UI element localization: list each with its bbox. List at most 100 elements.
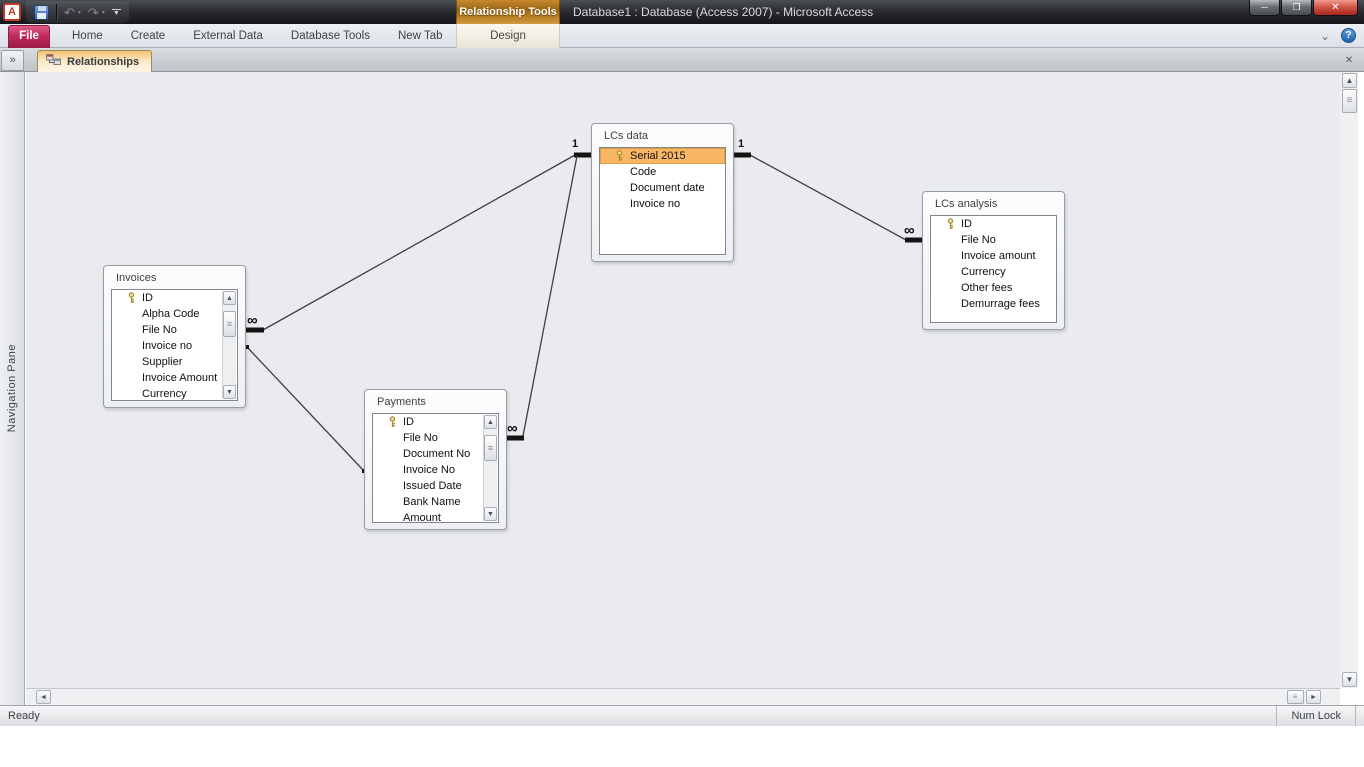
access-app-icon[interactable]: A bbox=[3, 3, 21, 21]
field-list-scrollbar[interactable]: ▲ ≡ ▼ bbox=[222, 291, 236, 399]
field-row[interactable]: Invoice no bbox=[112, 338, 237, 354]
redo-dropdown-icon[interactable]: ▾ bbox=[102, 9, 105, 16]
field-row[interactable]: Amount bbox=[373, 510, 498, 522]
field-row[interactable]: ID bbox=[931, 216, 1056, 232]
ribbon-tab-row: File Home Create External Data Database … bbox=[0, 24, 1364, 48]
field-label: Other fees bbox=[961, 282, 1013, 294]
qat-separator bbox=[56, 4, 57, 20]
cardinality-one-label: 1 bbox=[738, 138, 745, 150]
field-row[interactable]: Invoice No bbox=[373, 462, 498, 478]
window-title: Database1 : Database (Access 2007) - Mic… bbox=[573, 5, 874, 19]
field-list-scrollbar[interactable]: ▲ ≡ ▼ bbox=[483, 415, 497, 521]
tab-relationships[interactable]: Relationships bbox=[37, 50, 153, 72]
cardinality-one-label: 1 bbox=[572, 138, 579, 150]
field-label: Currency bbox=[142, 388, 187, 400]
tab-home[interactable]: Home bbox=[58, 24, 117, 48]
table-title[interactable]: LCs data bbox=[599, 126, 726, 147]
tab-design[interactable]: Design bbox=[457, 24, 559, 48]
field-row[interactable]: Currency bbox=[112, 386, 237, 400]
customize-qat-icon[interactable]: ▼ bbox=[111, 8, 121, 17]
field-row[interactable]: Currency bbox=[931, 264, 1056, 280]
field-row[interactable]: Document No bbox=[373, 446, 498, 462]
table-title[interactable]: Invoices bbox=[111, 268, 238, 289]
field-row[interactable]: Demurrage fees bbox=[931, 296, 1056, 312]
scroll-thumb[interactable]: ≡ bbox=[484, 435, 497, 461]
ribbon-collapse-icon[interactable]: ⌄ bbox=[1320, 29, 1330, 43]
document-tab-bar: » Relationships ✕ bbox=[0, 48, 1364, 72]
undo-dropdown-icon[interactable]: ▾ bbox=[78, 9, 81, 16]
table-box-invoices[interactable]: Invoices ID Alpha Code File No Invoice no Su… bbox=[103, 265, 246, 408]
doc-close-icon[interactable]: ✕ bbox=[1341, 53, 1357, 68]
nav-pane-expand-button[interactable]: » bbox=[1, 50, 24, 71]
field-row[interactable]: File No bbox=[112, 322, 237, 338]
minimize-button[interactable]: ─ bbox=[1249, 0, 1280, 16]
field-label: Invoice no bbox=[142, 340, 193, 352]
relationships-canvas[interactable]: 1 ∞ ∞ 1 ∞ Invoices ID Alpha Code File No In… bbox=[26, 72, 1340, 688]
field-label: Demurrage fees bbox=[961, 298, 1040, 310]
save-icon[interactable] bbox=[34, 4, 49, 20]
tab-create[interactable]: Create bbox=[117, 24, 180, 48]
tab-new-tab[interactable]: New Tab bbox=[384, 24, 457, 48]
horizontal-scrollbar[interactable]: ◄ ≡ ► bbox=[26, 688, 1340, 705]
table-title[interactable]: Payments bbox=[372, 392, 499, 413]
field-row[interactable]: Code bbox=[600, 164, 725, 180]
scroll-up-icon[interactable]: ▲ bbox=[484, 415, 497, 429]
field-label: Invoice no bbox=[630, 198, 681, 210]
field-row[interactable]: File No bbox=[373, 430, 498, 446]
status-text: Ready bbox=[8, 710, 40, 722]
table-box-lcs-data[interactable]: LCs data Serial 2015 Code Document date Inv… bbox=[591, 123, 734, 262]
navigation-pane-collapsed[interactable]: Navigation Pane bbox=[0, 72, 25, 705]
table-title[interactable]: LCs analysis bbox=[930, 194, 1057, 215]
field-row[interactable]: Bank Name bbox=[373, 494, 498, 510]
undo-icon[interactable]: ↶ bbox=[64, 6, 75, 19]
field-label: Bank Name bbox=[403, 496, 461, 508]
field-list: ID File No Document No Invoice No Issued Dat… bbox=[372, 413, 499, 523]
doc-tab-label: Relationships bbox=[67, 55, 140, 68]
scroll-thumb[interactable]: ≡ bbox=[223, 311, 236, 337]
scroll-left-icon[interactable]: ◄ bbox=[36, 690, 51, 704]
window-controls: ─ ❐ ✕ bbox=[1248, 0, 1358, 16]
field-row[interactable]: Alpha Code bbox=[112, 306, 237, 322]
primary-key-icon bbox=[614, 150, 625, 162]
table-box-lcs-analysis[interactable]: LCs analysis ID File No Invoice amount Curr… bbox=[922, 191, 1065, 330]
redo-icon[interactable]: ↷ bbox=[88, 6, 99, 19]
help-icon[interactable]: ? bbox=[1341, 28, 1356, 43]
field-row[interactable]: Serial 2015 bbox=[600, 148, 725, 164]
scroll-up-icon[interactable]: ▲ bbox=[1342, 73, 1357, 88]
field-row[interactable]: Document date bbox=[600, 180, 725, 196]
vertical-scrollbar[interactable]: ▲ ≡ ▼ bbox=[1340, 72, 1358, 688]
close-button[interactable]: ✕ bbox=[1313, 0, 1358, 16]
tab-file[interactable]: File bbox=[8, 25, 50, 48]
field-row[interactable]: ID bbox=[112, 290, 237, 306]
scroll-up-icon[interactable]: ▲ bbox=[223, 291, 236, 305]
field-row[interactable]: Issued Date bbox=[373, 478, 498, 494]
field-row[interactable]: File No bbox=[931, 232, 1056, 248]
contextual-tab-group: Design bbox=[456, 24, 560, 48]
tab-database-tools[interactable]: Database Tools bbox=[277, 24, 384, 48]
cardinality-many-label: ∞ bbox=[247, 312, 258, 329]
scroll-down-icon[interactable]: ▼ bbox=[223, 385, 236, 399]
scroll-down-icon[interactable]: ▼ bbox=[484, 507, 497, 521]
field-row[interactable]: Supplier bbox=[112, 354, 237, 370]
vertical-scroll-thumb[interactable]: ≡ bbox=[1342, 89, 1357, 113]
horizontal-scroll-thumb[interactable]: ≡ bbox=[1287, 690, 1304, 704]
primary-key-icon bbox=[126, 292, 137, 304]
quick-access-toolbar: ↶ ▾ ↷ ▾ ▼ bbox=[26, 1, 129, 23]
tab-external-data[interactable]: External Data bbox=[179, 24, 277, 48]
field-row[interactable]: ID bbox=[373, 414, 498, 430]
field-label: Invoice amount bbox=[961, 250, 1036, 262]
field-row[interactable]: Invoice Amount bbox=[112, 370, 237, 386]
restore-button[interactable]: ❐ bbox=[1281, 0, 1312, 16]
cardinality-many-label: ∞ bbox=[507, 420, 518, 437]
field-label: Supplier bbox=[142, 356, 183, 368]
field-label: Document date bbox=[630, 182, 705, 194]
table-box-payments[interactable]: Payments ID File No Document No Invoice No I… bbox=[364, 389, 507, 530]
access-window: A ↶ ▾ ↷ ▾ ▼ Relationship Tools Database1… bbox=[0, 0, 1364, 767]
scroll-down-icon[interactable]: ▼ bbox=[1342, 672, 1357, 687]
field-label: File No bbox=[403, 432, 438, 444]
field-row[interactable]: Other fees bbox=[931, 280, 1056, 296]
scroll-right-icon[interactable]: ► bbox=[1306, 690, 1321, 704]
field-label: ID bbox=[961, 218, 972, 230]
field-row[interactable]: Invoice amount bbox=[931, 248, 1056, 264]
field-row[interactable]: Invoice no bbox=[600, 196, 725, 212]
